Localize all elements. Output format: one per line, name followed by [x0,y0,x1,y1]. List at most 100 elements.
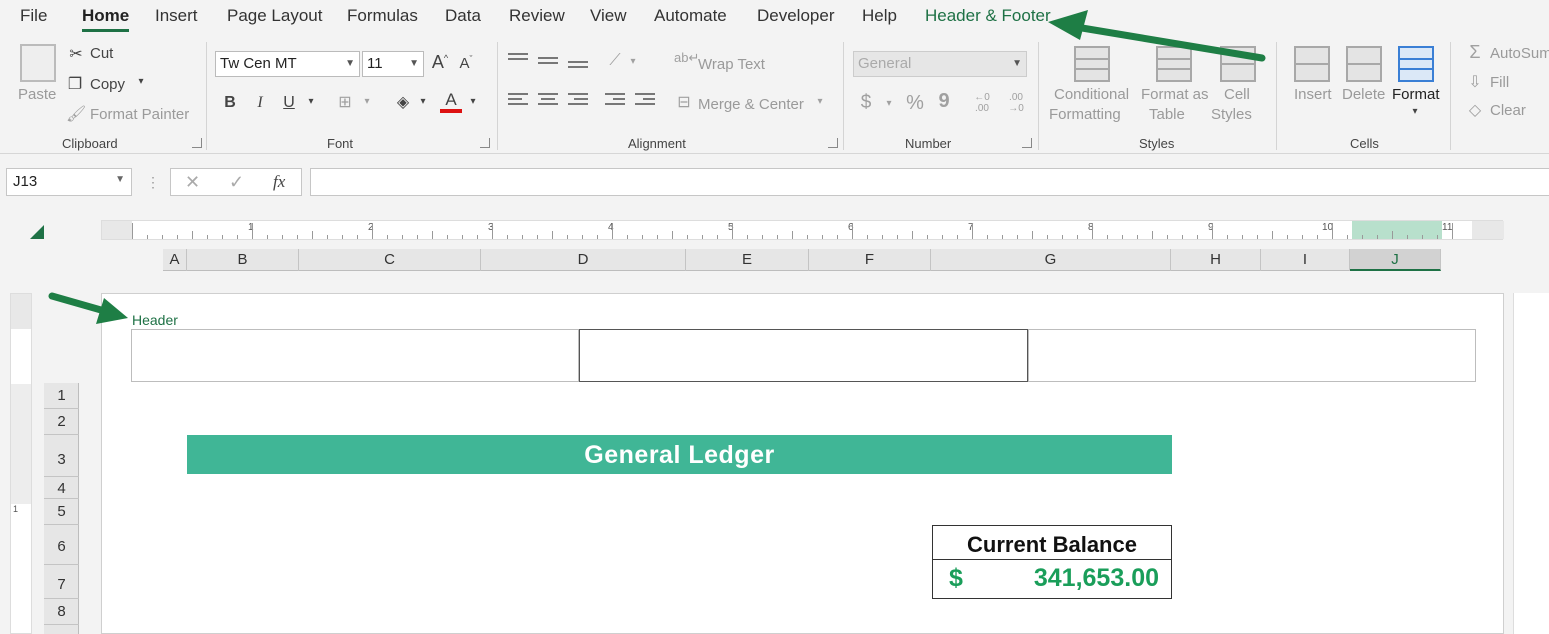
enter-icon[interactable]: ✓ [229,172,244,193]
top-align-icon[interactable] [508,50,528,63]
column-header-c[interactable]: C [299,249,481,271]
column-header-a[interactable]: A [163,249,187,271]
header-left-section[interactable] [131,329,579,382]
conditional-formatting-label-1[interactable]: Conditional [1054,86,1129,103]
tab-data[interactable]: Data [445,6,481,26]
ledger-title[interactable]: General Ledger [187,435,1172,474]
chevron-down-icon[interactable]: ▾ [362,96,372,107]
autosum-button[interactable]: AutoSum [1490,45,1549,62]
paste-icon[interactable] [20,44,56,82]
formula-input[interactable] [310,168,1549,196]
percent-button[interactable]: % [904,92,926,115]
tab-automate[interactable]: Automate [654,6,727,26]
bottom-align-icon[interactable] [568,58,588,71]
font-size-select[interactable]: 11 ▼ [362,51,424,77]
fill-color-icon[interactable]: ◈ [392,92,414,112]
merge-center-button[interactable]: Merge & Center [698,96,804,113]
orientation-icon[interactable]: ⟋ [604,52,626,70]
decrease-indent-icon[interactable] [605,90,625,108]
align-center-icon[interactable] [538,90,558,108]
bold-button[interactable]: B [222,94,238,112]
fill-button[interactable]: Fill [1490,74,1509,91]
page-layout-sheet[interactable]: Header General Ledger Current Balance $ … [101,293,1504,634]
column-header-g[interactable]: G [931,249,1171,271]
paste-button[interactable]: Paste [18,86,56,103]
italic-button[interactable]: I [252,94,268,112]
column-header-j[interactable]: J [1350,249,1441,271]
tab-help[interactable]: Help [862,6,897,26]
row-header-5[interactable]: 5 [44,499,79,525]
chevron-down-icon[interactable]: ▼ [115,174,125,185]
conditional-formatting-label-2[interactable]: Formatting [1049,106,1121,123]
chevron-down-icon[interactable]: ▾ [1410,106,1420,117]
row-header-4[interactable]: 4 [44,477,79,499]
clipboard-launcher-icon[interactable] [192,138,202,148]
balance-title[interactable]: Current Balance [933,526,1171,560]
format-painter-button[interactable]: Format Painter [90,106,189,123]
increase-font-icon[interactable]: A^ [430,52,450,73]
cut-button[interactable]: Cut [90,45,113,62]
column-header-f[interactable]: F [809,249,931,271]
row-header-2[interactable]: 2 [44,409,79,435]
decrease-font-icon[interactable]: Aˇ [456,54,476,72]
copy-button[interactable]: Copy [90,76,125,93]
number-launcher-icon[interactable] [1022,138,1032,148]
chevron-down-icon[interactable]: ▾ [468,96,478,107]
comma-button[interactable]: 9 [937,90,951,113]
tab-developer[interactable]: Developer [757,6,835,26]
select-all-icon[interactable] [30,225,44,239]
insert-cells-button[interactable]: Insert [1294,86,1332,103]
chevron-down-icon[interactable]: ▾ [815,96,825,107]
drag-handle-icon[interactable]: ⋮ [146,174,160,191]
column-header-e[interactable]: E [686,249,809,271]
format-as-table-label-2[interactable]: Table [1149,106,1185,123]
cell-styles-label-2[interactable]: Styles [1211,106,1252,123]
row-header-8[interactable]: 8 [44,599,79,625]
cancel-icon[interactable]: ✕ [185,172,200,193]
align-left-icon[interactable] [508,90,528,108]
format-cells-button[interactable]: Format [1392,86,1440,103]
column-header-i[interactable]: I [1261,249,1350,271]
tab-view[interactable]: View [590,6,627,26]
tab-header-footer[interactable]: Header & Footer [925,6,1051,26]
currency-button[interactable]: $ [858,92,874,114]
vertical-scrollbar[interactable] [1513,293,1549,634]
underline-button[interactable]: U [281,94,297,112]
clear-button[interactable]: Clear [1490,102,1526,119]
column-header-d[interactable]: D [481,249,686,271]
number-format-select[interactable]: General ▼ [853,51,1027,77]
row-header-7[interactable]: 7 [44,565,79,599]
chevron-down-icon[interactable]: ▾ [628,56,638,67]
font-name-select[interactable]: Tw Cen MT ▼ [215,51,360,77]
chevron-down-icon[interactable]: ▾ [884,98,894,109]
wrap-text-button[interactable]: Wrap Text [698,56,765,73]
cell-styles-label-1[interactable]: Cell [1224,86,1250,103]
chevron-down-icon[interactable]: ▾ [136,76,146,87]
align-right-icon[interactable] [568,90,588,108]
increase-decimal-button[interactable]: ←0 .00 [968,92,996,114]
tab-file[interactable]: File [20,6,47,26]
row-header-3[interactable]: 3 [44,435,79,477]
column-header-h[interactable]: H [1171,249,1261,271]
tab-review[interactable]: Review [509,6,565,26]
delete-cells-button[interactable]: Delete [1342,86,1385,103]
tab-formulas[interactable]: Formulas [347,6,418,26]
borders-icon[interactable]: ⊞ [334,92,356,112]
increase-indent-icon[interactable] [635,90,655,108]
font-color-button[interactable]: A [440,91,462,113]
header-center-section[interactable] [579,329,1028,382]
column-header-b[interactable]: B [187,249,299,271]
format-as-table-label-1[interactable]: Format as [1141,86,1209,103]
insert-function-button[interactable]: fx [273,172,285,192]
name-box[interactable]: J13 ▼ [6,168,132,196]
balance-value[interactable]: 341,653.00 [1034,564,1159,593]
header-right-section[interactable] [1028,329,1476,382]
tab-home[interactable]: Home [82,6,130,32]
chevron-down-icon[interactable]: ▾ [418,96,428,107]
row-header-1[interactable]: 1 [44,383,79,409]
chevron-down-icon[interactable]: ▾ [306,96,316,107]
tab-insert[interactable]: Insert [155,6,198,26]
row-header-6[interactable]: 6 [44,525,79,565]
tab-page-layout[interactable]: Page Layout [227,6,322,26]
font-launcher-icon[interactable] [480,138,490,148]
